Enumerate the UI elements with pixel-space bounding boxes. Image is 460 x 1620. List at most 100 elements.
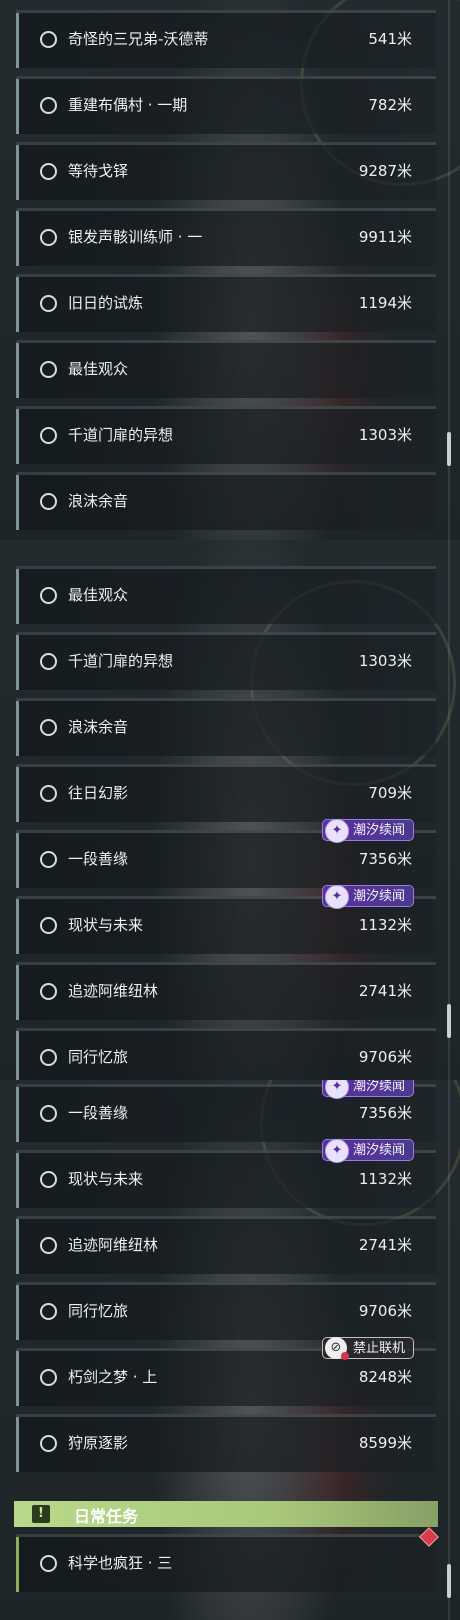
- no-coop-icon: ⊘: [324, 1337, 349, 1360]
- quest-status-circle-icon: [40, 1237, 57, 1254]
- quest-distance: 8248米: [358, 1368, 412, 1386]
- scrollbar-thumb[interactable]: [447, 1564, 451, 1598]
- quest-row[interactable]: 现状与未来 1132米 ✦ 潮汐续闻: [16, 885, 436, 954]
- quest-status-circle-icon: [40, 1369, 57, 1386]
- scrollbar-track[interactable]: [448, 540, 450, 1080]
- quest-distance: 709米: [368, 784, 412, 802]
- quest-row[interactable]: 浪沫余音: [16, 472, 436, 530]
- daily-quests-header[interactable]: ! 日常任务: [14, 1501, 438, 1527]
- quest-row[interactable]: 千道门扉的异想 1303米: [16, 632, 436, 690]
- quest-row[interactable]: 一段善缘 7356米 ✦ 潮汐续闻: [16, 819, 436, 888]
- quest-distance: 8599米: [358, 1434, 412, 1452]
- tide-spiral-icon: ✦: [324, 1139, 349, 1163]
- tide-story-badge: ✦ 潮汐续闻: [321, 1080, 414, 1099]
- quest-name: 狩原逐影: [68, 1434, 129, 1452]
- quest-row[interactable]: 追迹阿维纽林 2741米: [16, 962, 436, 1020]
- quest-status-circle-icon: [40, 719, 57, 736]
- quest-distance: 9287米: [358, 162, 412, 180]
- quest-distance: 2741米: [358, 1236, 412, 1254]
- quest-row[interactable]: 追迹阿维纽林 2741米: [16, 1216, 436, 1274]
- quest-name: 奇怪的三兄弟-沃德蒂: [68, 30, 209, 48]
- quest-row[interactable]: 重建布偶村 · 一期 782米: [16, 76, 436, 134]
- quest-distance: 1303米: [358, 426, 412, 444]
- quest-row[interactable]: 朽剑之梦 · 上 8248米 ⊘ 禁止联机: [16, 1337, 436, 1406]
- quest-status-circle-icon: [40, 1435, 57, 1452]
- quest-status-circle-icon: [40, 1171, 57, 1188]
- quest-status-circle-icon: [40, 917, 57, 934]
- quest-status-circle-icon: [40, 493, 57, 510]
- quest-name: 朽剑之梦 · 上: [68, 1368, 158, 1386]
- no-coop-badge: ⊘ 禁止联机: [321, 1337, 414, 1360]
- badge-label: 潮汐续闻: [352, 1080, 405, 1094]
- quest-status-circle-icon: [40, 163, 57, 180]
- quest-status-circle-icon: [40, 1105, 57, 1122]
- quest-name: 一段善缘: [68, 850, 129, 868]
- scrollbar-thumb[interactable]: [447, 1004, 451, 1038]
- quest-distance: 7356米: [358, 850, 412, 868]
- quest-row[interactable]: 最佳观众: [16, 340, 436, 398]
- quest-distance: 782米: [368, 96, 412, 114]
- quest-name: 最佳观众: [68, 360, 129, 378]
- quest-row[interactable]: 同行忆旅 9706米: [16, 1028, 436, 1080]
- quest-name: 追迹阿维纽林: [68, 982, 159, 1000]
- quest-name: 旧日的试炼: [68, 294, 144, 312]
- quest-name: 现状与未来: [68, 916, 144, 934]
- quest-distance: 2741米: [358, 982, 412, 1000]
- quest-status-circle-icon: [40, 1555, 57, 1572]
- badge-label: 禁止联机: [352, 1341, 405, 1356]
- quest-status-circle-icon: [40, 1049, 57, 1066]
- quest-list-panel-3: 一段善缘 7356米 ✦ 潮汐续闻 现状与未来 1132米 ✦ 潮汐续闻 追迹阿…: [0, 1080, 460, 1620]
- quest-status-circle-icon: [40, 361, 57, 378]
- quest-row[interactable]: 浪沫余音: [16, 698, 436, 756]
- quest-distance: 1194米: [358, 294, 412, 312]
- quest-list-panel-2: 最佳观众 千道门扉的异想 1303米 浪沫余音 往日幻影 709米 一段善缘 7…: [0, 540, 460, 1080]
- quest-list-panel-1: 奇怪的三兄弟-沃德蒂 541米 重建布偶村 · 一期 782米 等待戈铎 928…: [0, 0, 460, 540]
- quest-row[interactable]: 往日幻影 709米: [16, 764, 436, 822]
- exclamation-icon: !: [32, 1505, 50, 1523]
- quest-name: 科学也疯狂 · 三: [68, 1554, 173, 1572]
- quest-name: 追迹阿维纽林: [68, 1236, 159, 1254]
- quest-row[interactable]: 狩原逐影 8599米: [16, 1414, 436, 1472]
- badge-label: 潮汐续闻: [352, 823, 405, 838]
- quest-distance: 1303米: [358, 652, 412, 670]
- quest-name: 往日幻影: [68, 784, 129, 802]
- scrollbar-thumb[interactable]: [447, 432, 451, 466]
- quest-status-circle-icon: [40, 1303, 57, 1320]
- quest-distance: 7356米: [358, 1104, 412, 1122]
- tide-spiral-icon: ✦: [324, 1080, 349, 1099]
- quest-name: 等待戈铎: [68, 162, 129, 180]
- quest-row[interactable]: 千道门扉的异想 1303米: [16, 406, 436, 464]
- quest-row[interactable]: 同行忆旅 9706米: [16, 1282, 436, 1340]
- tide-spiral-icon: ✦: [324, 885, 349, 909]
- quest-distance: 1132米: [358, 916, 412, 934]
- quest-status-circle-icon: [40, 427, 57, 444]
- quest-row[interactable]: 现状与未来 1132米 ✦ 潮汐续闻: [16, 1139, 436, 1208]
- quest-name: 浪沫余音: [68, 718, 129, 736]
- quest-row[interactable]: 银发声骸训练师 · 一 9911米: [16, 208, 436, 266]
- quest-name: 现状与未来: [68, 1170, 144, 1188]
- quest-distance: 9911米: [358, 228, 412, 246]
- quest-status-circle-icon: [40, 229, 57, 246]
- badge-label: 潮汐续闻: [352, 1143, 405, 1158]
- quest-status-circle-icon: [40, 785, 57, 802]
- quest-row[interactable]: 一段善缘 7356米 ✦ 潮汐续闻: [16, 1080, 436, 1142]
- quest-row[interactable]: 旧日的试炼 1194米: [16, 274, 436, 332]
- quest-distance: 9706米: [358, 1048, 412, 1066]
- section-title: 日常任务: [74, 1507, 139, 1526]
- daily-quest-row[interactable]: 科学也疯狂 · 三: [16, 1534, 436, 1592]
- quest-name: 同行忆旅: [68, 1048, 129, 1066]
- quest-name: 浪沫余音: [68, 492, 129, 510]
- quest-name: 千道门扉的异想: [68, 652, 174, 670]
- scrollbar-track[interactable]: [448, 1080, 450, 1620]
- quest-name: 一段善缘: [68, 1104, 129, 1122]
- tide-story-badge: ✦ 潮汐续闻: [321, 1139, 414, 1163]
- quest-status-circle-icon: [40, 31, 57, 48]
- quest-name: 银发声骸训练师 · 一: [68, 228, 203, 246]
- badge-label: 潮汐续闻: [352, 889, 405, 904]
- quest-row[interactable]: 奇怪的三兄弟-沃德蒂 541米: [16, 10, 436, 68]
- quest-status-circle-icon: [40, 983, 57, 1000]
- quest-name: 最佳观众: [68, 586, 129, 604]
- quest-distance: 1132米: [358, 1170, 412, 1188]
- quest-row[interactable]: 最佳观众: [16, 566, 436, 624]
- quest-row[interactable]: 等待戈铎 9287米: [16, 142, 436, 200]
